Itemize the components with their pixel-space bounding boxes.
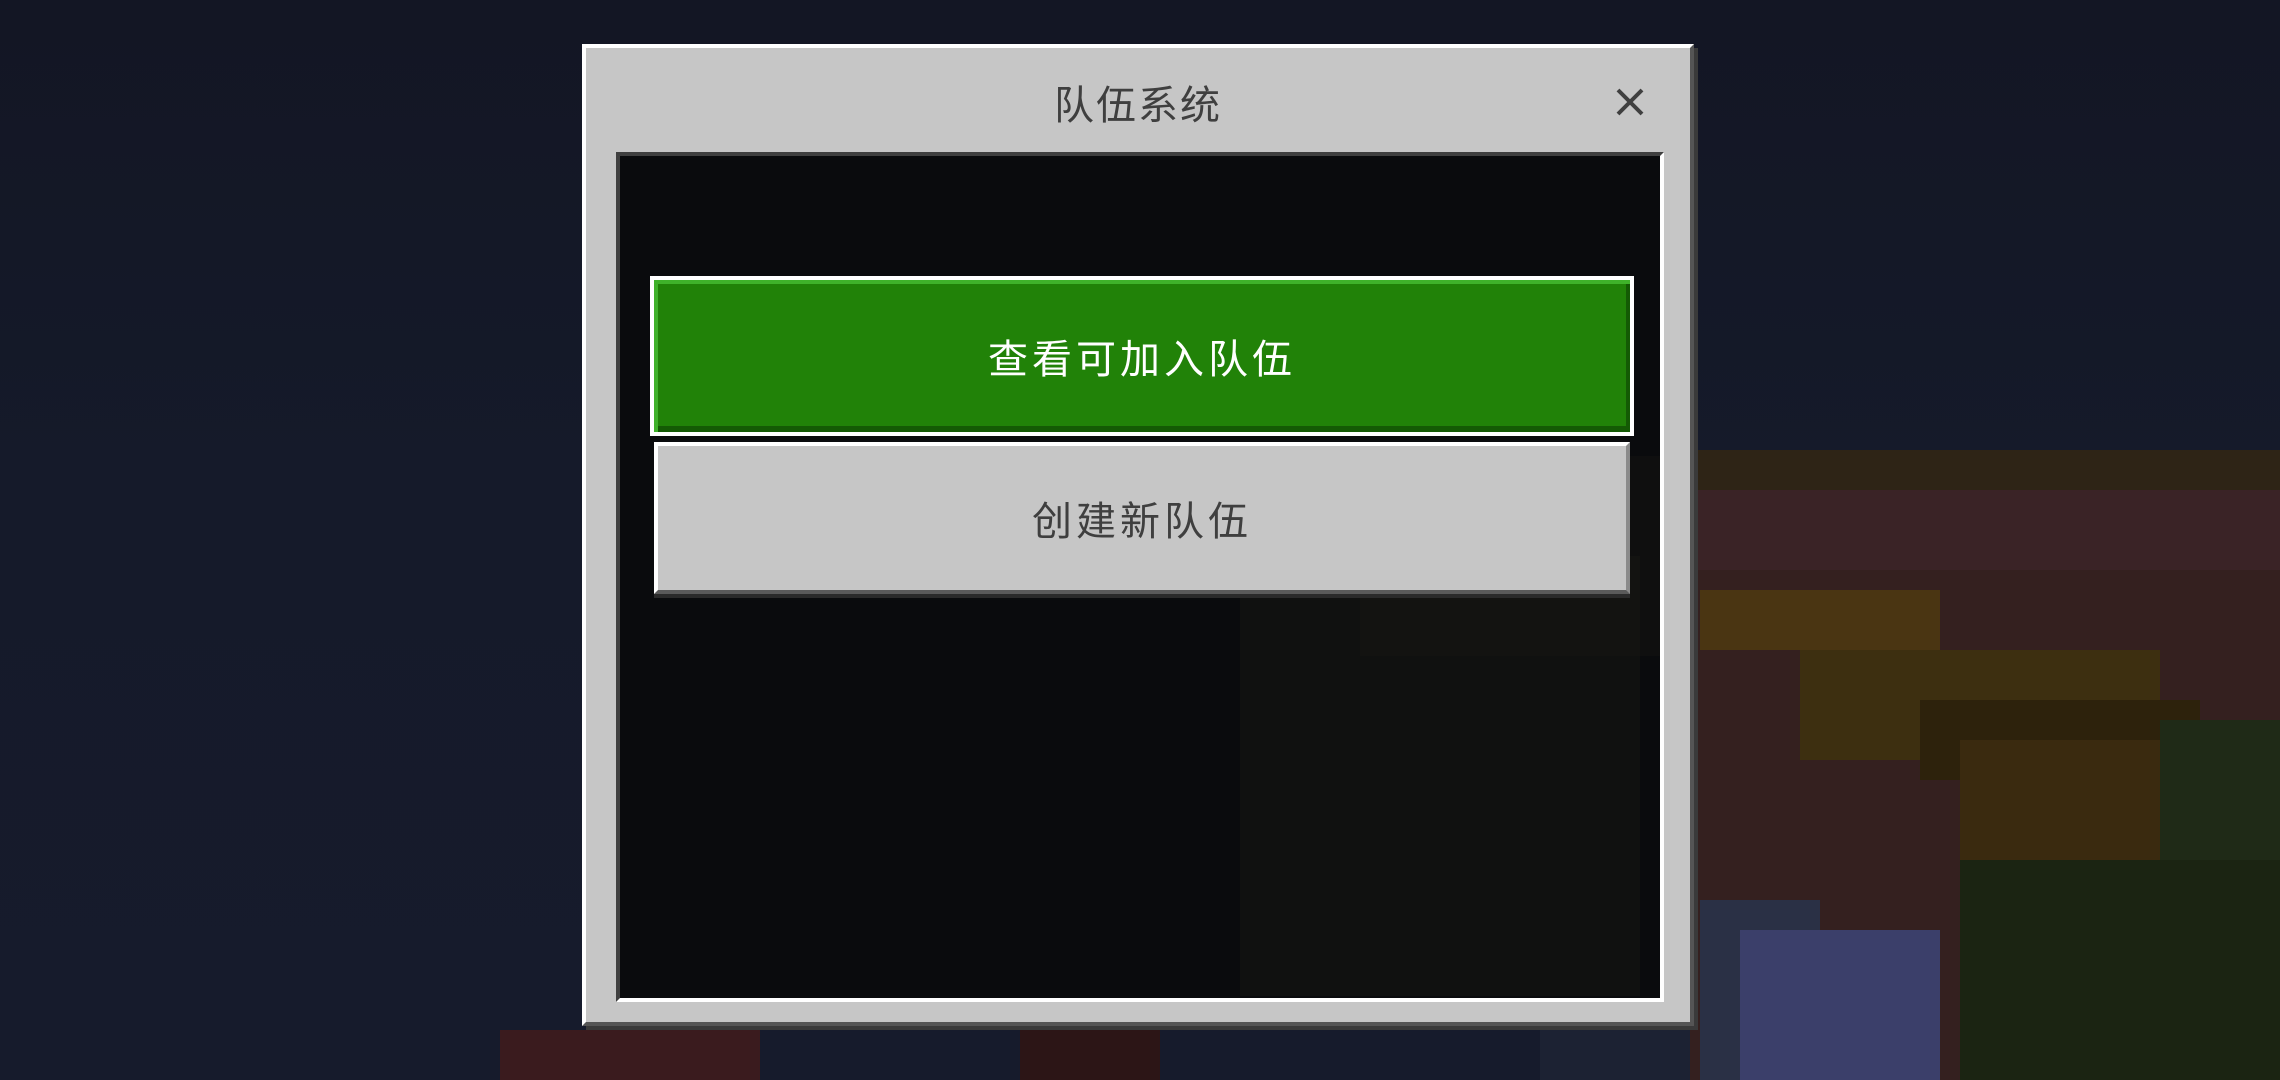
terrain-block xyxy=(500,1030,760,1080)
terrain-block xyxy=(1020,1030,1160,1080)
close-icon xyxy=(1616,88,1644,116)
panel-background-shade xyxy=(1240,556,1640,996)
terrain-block xyxy=(1740,930,1940,1080)
view-joinable-teams-label: 查看可加入队伍 xyxy=(988,337,1296,383)
dialog-content-panel: 查看可加入队伍 创建新队伍 xyxy=(616,152,1664,1002)
create-new-team-label: 创建新队伍 xyxy=(1032,499,1252,545)
dialog-title: 队伍系统 xyxy=(1054,83,1222,129)
terrain-block xyxy=(1700,590,1940,650)
terrain-block xyxy=(1690,490,2280,570)
team-system-dialog: 队伍系统 查看可加入队伍 创建新队伍 xyxy=(582,44,1694,1026)
view-joinable-teams-button[interactable]: 查看可加入队伍 xyxy=(650,276,1634,436)
terrain-block xyxy=(1690,450,2280,490)
close-button[interactable] xyxy=(1610,82,1650,122)
terrain-block xyxy=(1960,860,2280,1080)
terrain-block xyxy=(2160,720,2280,880)
create-new-team-button[interactable]: 创建新队伍 xyxy=(654,442,1630,594)
